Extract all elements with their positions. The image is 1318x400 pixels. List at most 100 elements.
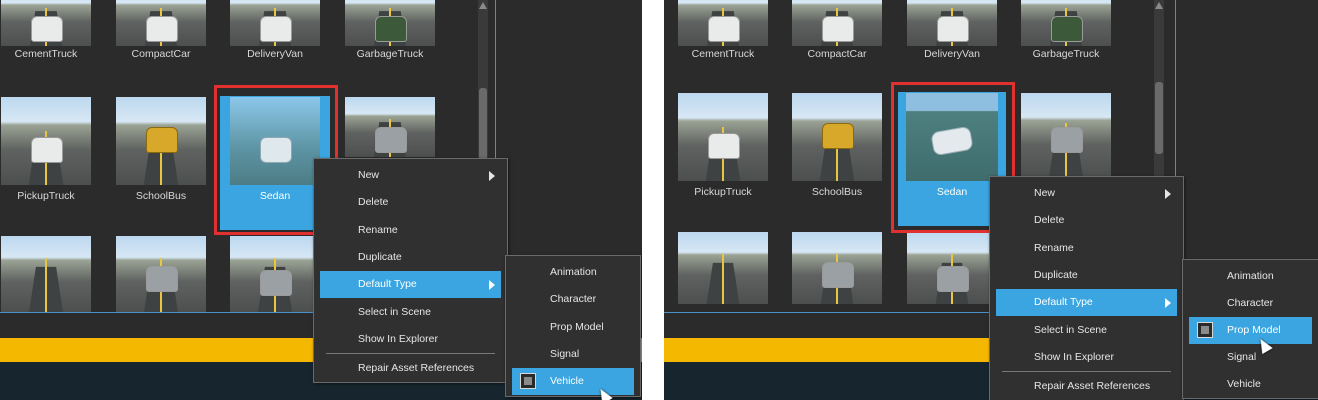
- menu-separator: [1002, 371, 1171, 372]
- scroll-up-icon[interactable]: [479, 2, 487, 9]
- chevron-right-icon: [1165, 298, 1171, 308]
- asset-thumbnail: [116, 0, 206, 46]
- menu-item-label: New: [1034, 187, 1056, 199]
- asset-thumbnail: [1, 236, 91, 312]
- asset-thumbnail: [345, 0, 435, 46]
- asset-tile-row3-3[interactable]: [906, 232, 998, 324]
- menu-item-new[interactable]: New: [996, 180, 1177, 207]
- asset-label: DeliveryVan: [247, 48, 303, 60]
- asset-label: CementTruck: [691, 48, 755, 60]
- submenu-item-animation[interactable]: Animation: [512, 259, 634, 286]
- asset-tile-schoolbus[interactable]: SchoolBus: [791, 93, 883, 198]
- submenu-item-vehicle[interactable]: Vehicle: [512, 368, 634, 395]
- menu-item-label: Default Type: [358, 278, 417, 290]
- context-menu: New Delete Rename Duplicate Default Type…: [989, 176, 1184, 400]
- asset-tile-pickuptruck[interactable]: PickupTruck: [677, 93, 769, 198]
- menu-separator: [326, 353, 495, 354]
- chevron-right-icon: [489, 171, 495, 181]
- asset-tile-garbagetruck[interactable]: GarbageTruck: [1020, 0, 1112, 78]
- asset-tile-row3-2[interactable]: [791, 232, 883, 324]
- asset-label: GarbageTruck: [356, 48, 424, 60]
- menu-item-delete[interactable]: Delete: [320, 189, 501, 216]
- menu-item-repair-asset-references[interactable]: Repair Asset References: [320, 355, 501, 382]
- asset-label: PickupTruck: [694, 186, 752, 198]
- asset-thumbnail: [678, 0, 768, 46]
- asset-label: CompactCar: [131, 48, 191, 60]
- asset-label: DeliveryVan: [924, 48, 980, 60]
- right-screenshot-panel: CementTruck CompactCar DeliveryVan Garba…: [664, 0, 1318, 400]
- context-menu: New Delete Rename Duplicate Default Type…: [313, 158, 508, 383]
- menu-item-label: New: [358, 169, 380, 181]
- asset-thumbnail: [1, 97, 91, 185]
- menu-item-rename[interactable]: Rename: [320, 217, 501, 244]
- asset-thumbnail: [907, 0, 997, 46]
- asset-tile-row3-2[interactable]: [115, 236, 207, 328]
- asset-tile-cementtruck[interactable]: CementTruck: [0, 0, 92, 78]
- asset-thumbnail: [907, 232, 997, 304]
- menu-item-rename[interactable]: Rename: [996, 235, 1177, 262]
- asset-tile-cementtruck[interactable]: CementTruck: [677, 0, 769, 78]
- submenu-item-prop-model[interactable]: Prop Model: [1189, 317, 1312, 344]
- asset-tile-row3-1[interactable]: [677, 232, 769, 324]
- asset-thumbnail: [792, 0, 882, 46]
- asset-tile-partial[interactable]: [1020, 93, 1112, 185]
- left-screenshot-panel: CementTruck CompactCar DeliveryVan Garba…: [0, 0, 642, 400]
- asset-thumbnail: [1021, 93, 1111, 179]
- menu-item-duplicate[interactable]: Duplicate: [996, 262, 1177, 289]
- submenu-item-label: Vehicle: [550, 375, 584, 387]
- asset-tile-schoolbus[interactable]: SchoolBus: [115, 97, 207, 202]
- asset-tile-deliveryvan[interactable]: DeliveryVan: [906, 0, 998, 78]
- submenu-item-signal[interactable]: Signal: [512, 341, 634, 368]
- asset-thumbnail: [116, 97, 206, 185]
- chevron-right-icon: [1165, 189, 1171, 199]
- asset-label: SchoolBus: [811, 186, 863, 198]
- checkbox-checked-icon: [520, 373, 536, 389]
- asset-label: SchoolBus: [135, 190, 187, 202]
- default-type-submenu: Animation Character Prop Model Signal Ve…: [505, 255, 641, 397]
- submenu-item-label: Prop Model: [1227, 324, 1281, 336]
- asset-label: GarbageTruck: [1032, 48, 1100, 60]
- asset-thumbnail: [230, 0, 320, 46]
- submenu-item-prop-model[interactable]: Prop Model: [512, 314, 634, 341]
- asset-tile-compactcar[interactable]: CompactCar: [791, 0, 883, 78]
- menu-item-select-in-scene[interactable]: Select in Scene: [320, 299, 501, 326]
- menu-item-label: Default Type: [1034, 296, 1093, 308]
- submenu-item-character[interactable]: Character: [1189, 290, 1312, 317]
- asset-thumbnail: [345, 97, 435, 157]
- submenu-item-vehicle[interactable]: Vehicle: [1189, 371, 1312, 398]
- chevron-right-icon: [489, 280, 495, 290]
- submenu-item-signal[interactable]: Signal: [1189, 344, 1312, 371]
- asset-thumbnail: [678, 232, 768, 304]
- asset-tile-compactcar[interactable]: CompactCar: [115, 0, 207, 78]
- asset-thumbnail: [116, 236, 206, 312]
- checkbox-checked-icon: [1197, 322, 1213, 338]
- asset-thumbnail: [230, 236, 320, 312]
- asset-tile-row3-3[interactable]: [229, 236, 321, 328]
- scroll-thumb[interactable]: [1155, 82, 1163, 154]
- submenu-item-animation[interactable]: Animation: [1189, 263, 1312, 290]
- scroll-up-icon[interactable]: [1155, 2, 1163, 9]
- menu-item-repair-asset-references[interactable]: Repair Asset References: [996, 373, 1177, 400]
- asset-label: CompactCar: [807, 48, 867, 60]
- menu-item-delete[interactable]: Delete: [996, 207, 1177, 234]
- asset-tile-row3-1[interactable]: [0, 236, 92, 328]
- menu-item-default-type[interactable]: Default Type: [996, 289, 1177, 316]
- asset-thumbnail: [792, 93, 882, 181]
- asset-tile-pickuptruck[interactable]: PickupTruck: [0, 97, 92, 202]
- asset-thumbnail: [1, 0, 91, 46]
- asset-label: PickupTruck: [17, 190, 75, 202]
- asset-thumbnail: [1021, 0, 1111, 46]
- asset-label: CementTruck: [14, 48, 78, 60]
- menu-item-show-in-explorer[interactable]: Show In Explorer: [320, 326, 501, 353]
- menu-item-duplicate[interactable]: Duplicate: [320, 244, 501, 271]
- submenu-item-character[interactable]: Character: [512, 286, 634, 313]
- scroll-thumb[interactable]: [479, 88, 487, 160]
- menu-item-select-in-scene[interactable]: Select in Scene: [996, 317, 1177, 344]
- menu-item-show-in-explorer[interactable]: Show In Explorer: [996, 344, 1177, 371]
- asset-tile-garbagetruck[interactable]: GarbageTruck: [344, 0, 436, 78]
- asset-tile-deliveryvan[interactable]: DeliveryVan: [229, 0, 321, 78]
- menu-item-new[interactable]: New: [320, 162, 501, 189]
- asset-thumbnail: [792, 232, 882, 304]
- menu-item-default-type[interactable]: Default Type: [320, 271, 501, 298]
- default-type-submenu: Animation Character Prop Model Signal Ve…: [1182, 259, 1318, 399]
